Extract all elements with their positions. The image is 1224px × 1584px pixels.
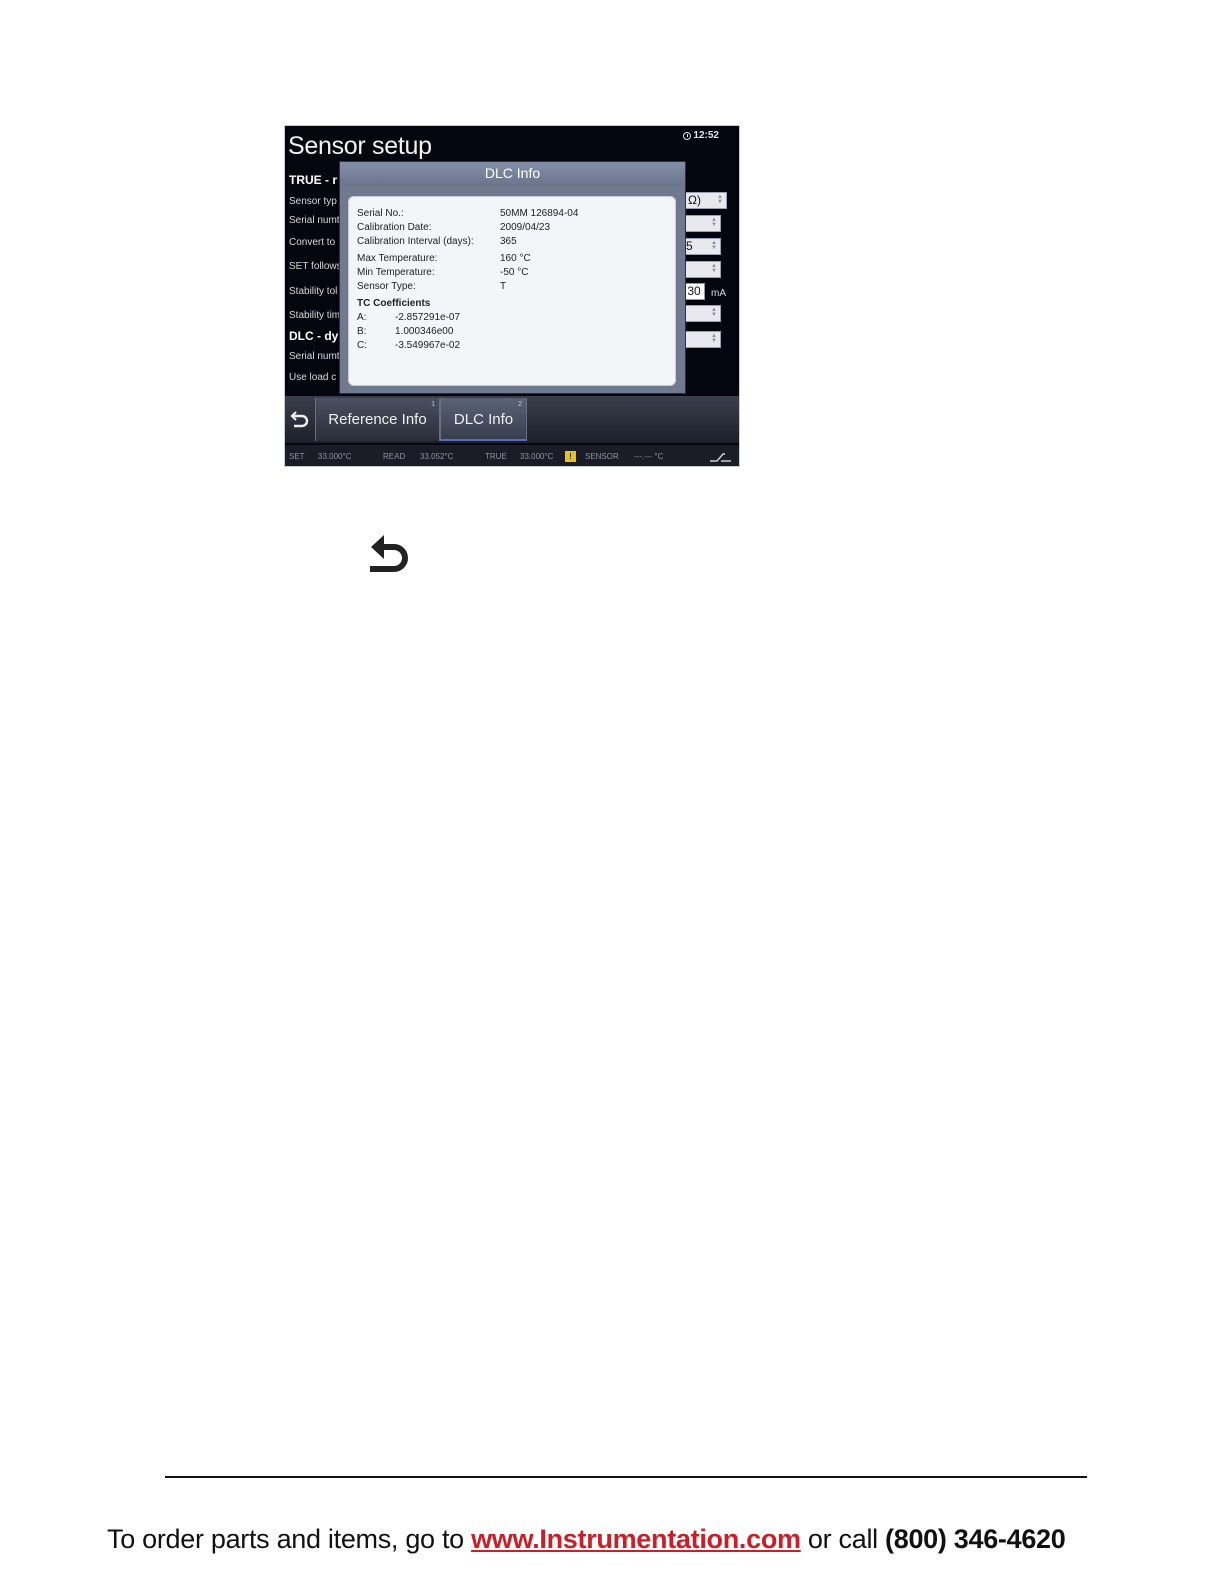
stability-tolerance-label: Stability tol bbox=[289, 286, 338, 297]
spin-arrows-icon[interactable]: ▲ ▼ bbox=[710, 307, 718, 319]
tab-label: Reference Info bbox=[328, 411, 427, 428]
warning-icon: ! bbox=[565, 451, 576, 462]
convert-to-value: 5 bbox=[686, 239, 693, 253]
spin-arrows-icon[interactable]: ▲ ▼ bbox=[710, 240, 718, 252]
coef-b-value: 1.000346e00 bbox=[395, 326, 454, 337]
calibration-interval-value: 365 bbox=[500, 236, 517, 247]
device-screenshot: Sensor setup 12:52 TRUE - r Sensor typ S… bbox=[284, 125, 740, 467]
read-value: 33.052°C bbox=[420, 452, 454, 461]
set-label: SET bbox=[289, 452, 305, 461]
serial-number-label: Serial numt bbox=[289, 215, 340, 226]
clock-icon bbox=[683, 131, 692, 140]
current-unit: mA bbox=[711, 288, 726, 299]
dialog-title: DLC Info bbox=[340, 162, 685, 185]
tab-number: 1 bbox=[431, 401, 435, 408]
spin-arrows-icon[interactable]: ▲ ▼ bbox=[716, 194, 724, 206]
page-title: Sensor setup bbox=[288, 132, 432, 160]
row-label: Min Temperature: bbox=[357, 267, 435, 278]
tab-bar: Reference Info 1 DLC Info 2 bbox=[285, 396, 739, 443]
coef-label: A: bbox=[357, 312, 367, 323]
tab-reference-info[interactable]: Reference Info 1 bbox=[315, 398, 440, 441]
set-value: 33.000°C bbox=[318, 452, 352, 461]
back-button[interactable] bbox=[287, 400, 313, 438]
use-load-label: Use load c bbox=[289, 372, 337, 383]
coef-label: C: bbox=[357, 340, 367, 351]
coef-a-value: -2.857291e-07 bbox=[395, 312, 461, 323]
footer-phone: (800) 346-4620 bbox=[885, 1524, 1066, 1554]
true-value: 33.000°C bbox=[520, 452, 554, 461]
spin-arrows-icon[interactable]: ▲ ▼ bbox=[710, 263, 718, 275]
row-label: Serial No.: bbox=[357, 208, 404, 219]
footer-middle: or call bbox=[800, 1524, 886, 1554]
sensor-type-value: T bbox=[500, 281, 507, 292]
connection-icon bbox=[710, 453, 731, 462]
coef-label: B: bbox=[357, 326, 367, 337]
sensor-value: ---.--- °C bbox=[634, 452, 664, 461]
max-temperature-value: 160 °C bbox=[500, 253, 531, 264]
stability-time-label: Stability tim bbox=[289, 310, 341, 321]
sensor-label: SENSOR bbox=[585, 452, 619, 461]
spin-arrows-icon[interactable]: ▲ ▼ bbox=[710, 217, 718, 229]
calibration-date-value: 2009/04/23 bbox=[500, 222, 551, 233]
serial-number-field[interactable]: ▲ ▼ bbox=[683, 215, 721, 232]
row-label: Max Temperature: bbox=[357, 253, 438, 264]
min-temperature-value: -50 °C bbox=[500, 267, 529, 278]
footer: To order parts and items, go to www.Inst… bbox=[107, 1524, 1066, 1555]
footer-rule bbox=[165, 1476, 1087, 1478]
back-arrow-icon bbox=[290, 411, 309, 428]
sensor-type-select[interactable]: Ω) ▲ ▼ bbox=[685, 192, 727, 209]
instrumentation-link[interactable]: www.Instrumentation.com bbox=[471, 1524, 801, 1554]
row-label: Sensor Type: bbox=[357, 281, 416, 292]
status-bar: SET 33.000°C READ 33.052°C TRUE 33.000°C… bbox=[285, 445, 739, 466]
back-arrow-icon bbox=[370, 535, 408, 572]
footer-prefix: To order parts and items, go to bbox=[107, 1524, 472, 1554]
row-label: Calibration Interval (days): bbox=[357, 236, 474, 247]
clock-time: 12:52 bbox=[693, 130, 719, 141]
clock: 12:52 bbox=[683, 130, 719, 141]
spin-arrows-icon[interactable]: ▲ ▼ bbox=[710, 333, 718, 345]
section-dlc-heading: DLC - dy bbox=[289, 329, 339, 343]
convert-to-select[interactable]: 5 ▲ ▼ bbox=[683, 238, 721, 255]
tab-number: 2 bbox=[518, 401, 522, 408]
dlc-info-dialog: DLC Info Serial No.: 50MM 126894-04 Cali… bbox=[340, 162, 685, 393]
tab-label: DLC Info bbox=[453, 411, 514, 428]
stability-time-field[interactable]: ▲ ▼ bbox=[683, 305, 721, 322]
sensor-type-value: Ω) bbox=[688, 193, 701, 207]
tc-coefficients-heading: TC Coefficients bbox=[357, 298, 431, 309]
section-true-heading: TRUE - r bbox=[289, 173, 337, 187]
sensor-type-label: Sensor typ bbox=[289, 196, 337, 207]
serial-no-value: 50MM 126894-04 bbox=[500, 208, 579, 219]
set-follows-select[interactable]: ▲ ▼ bbox=[683, 261, 721, 278]
dlc-field[interactable]: ▲ ▼ bbox=[683, 331, 721, 348]
dlc-serial-number-label: Serial numt bbox=[289, 351, 340, 362]
dialog-body: Serial No.: 50MM 126894-04 Calibration D… bbox=[348, 196, 676, 386]
convert-to-label: Convert to bbox=[289, 237, 336, 248]
current-input[interactable]: 30 bbox=[683, 283, 705, 300]
coef-c-value: -3.549967e-02 bbox=[395, 340, 461, 351]
set-follows-label: SET follows bbox=[289, 261, 342, 272]
read-label: READ bbox=[383, 452, 406, 461]
row-label: Calibration Date: bbox=[357, 222, 432, 233]
tab-dlc-info[interactable]: DLC Info 2 bbox=[440, 398, 527, 441]
true-label: TRUE bbox=[485, 452, 507, 461]
